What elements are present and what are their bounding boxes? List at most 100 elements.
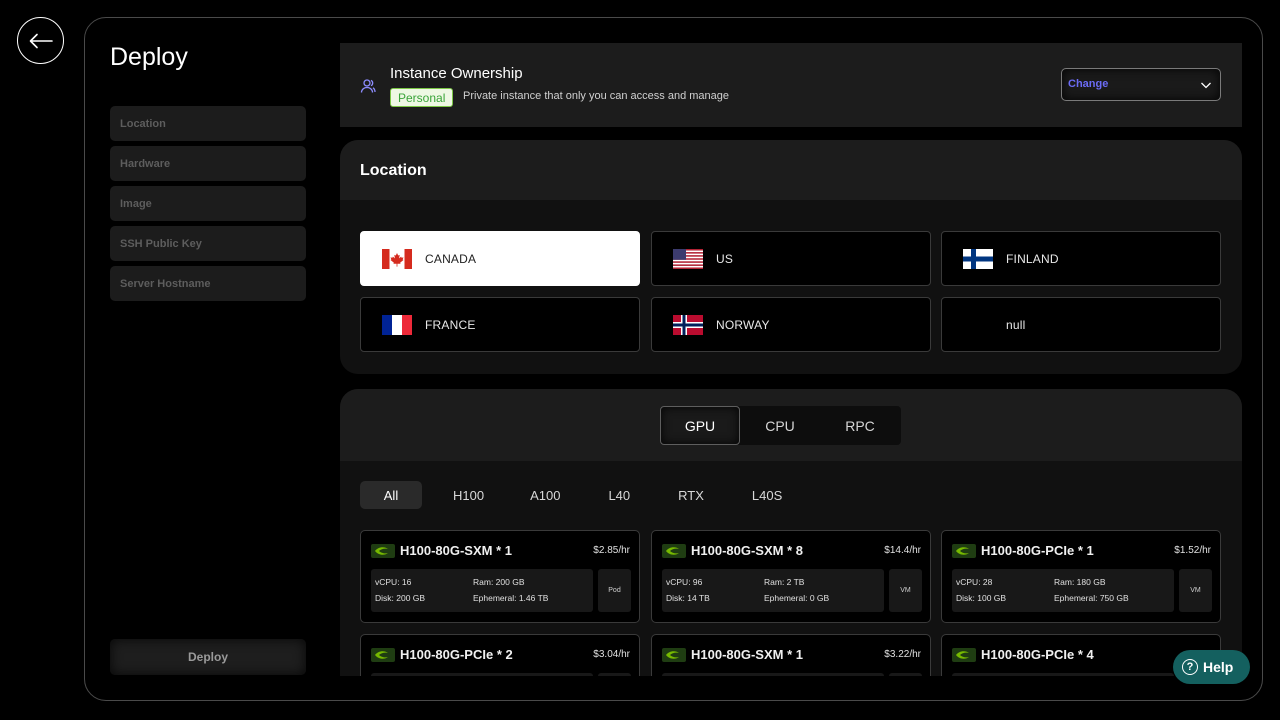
- nvidia-logo-icon: [662, 648, 686, 662]
- compute-type-band: GPU CPU RPC: [340, 389, 1242, 461]
- gpu-price: $14.4/hr: [884, 545, 921, 556]
- gpu-name: H100-80G-SXM * 1: [400, 543, 512, 558]
- location-option-null[interactable]: null: [941, 297, 1221, 352]
- deploy-button[interactable]: Deploy: [110, 639, 306, 675]
- ownership-section: Instance Ownership Personal Private inst…: [340, 43, 1242, 127]
- gpu-card[interactable]: H100-80G-SXM * 1 $2.85/hr vCPU: 16 Ram: …: [360, 530, 640, 623]
- location-option-us[interactable]: US: [651, 231, 931, 286]
- help-button[interactable]: ? Help: [1173, 650, 1250, 684]
- spec-ephemeral: Ephemeral: 0 GB: [764, 593, 830, 603]
- location-label: US: [716, 251, 734, 266]
- spec-disk: Disk: 14 TB: [666, 593, 710, 603]
- location-section: Location CANADA US FINLAND FRANCE NORWAY…: [340, 140, 1242, 374]
- users-icon: [360, 79, 376, 93]
- finland-flag-icon: [963, 248, 993, 269]
- canada-flag-icon: [382, 248, 412, 269]
- filter-a100[interactable]: A100: [517, 481, 573, 509]
- tab-rpc[interactable]: RPC: [820, 406, 900, 445]
- empty-flag-icon: [963, 315, 993, 335]
- gpu-card[interactable]: H100-80G-SXM * 1 $3.22/hr: [651, 634, 931, 676]
- back-button[interactable]: [17, 17, 64, 64]
- location-option-norway[interactable]: NORWAY: [651, 297, 931, 352]
- gpu-price: $2.85/hr: [593, 545, 630, 556]
- spec-vcpu: vCPU: 16: [375, 577, 412, 587]
- gpu-specs: vCPU: 28 Ram: 180 GB Disk: 100 GB Epheme…: [952, 569, 1174, 612]
- filter-rtx[interactable]: RTX: [665, 481, 717, 509]
- gpu-specs: [662, 673, 884, 676]
- ownership-description: Private instance that only you can acces…: [463, 90, 729, 102]
- spec-ram: Ram: 200 GB: [473, 577, 525, 587]
- gpu-price: $1.52/hr: [1174, 545, 1211, 556]
- nvidia-logo-icon: [662, 544, 686, 558]
- norway-flag-icon: [673, 314, 703, 335]
- spec-ephemeral: Ephemeral: 750 GB: [1054, 593, 1129, 603]
- sidebar: Deploy Location Hardware Image SSH Publi…: [110, 18, 307, 700]
- gpu-card[interactable]: H100-80G-PCIe * 2 $3.04/hr: [360, 634, 640, 676]
- step-list: Location Hardware Image SSH Public Key S…: [110, 106, 306, 306]
- gpu-specs: vCPU: 16 Ram: 200 GB Disk: 200 GB Epheme…: [371, 569, 593, 612]
- gpu-name: H100-80G-SXM * 8: [691, 543, 803, 558]
- gpu-type-badge: Pod: [598, 569, 631, 612]
- us-flag-icon: [673, 248, 703, 269]
- nvidia-logo-icon: [371, 648, 395, 662]
- filter-l40s[interactable]: L40S: [739, 481, 795, 509]
- location-heading: Location: [340, 140, 1242, 200]
- gpu-filter-bar: All H100 A100 L40 RTX L40S: [360, 481, 811, 509]
- help-label: Help: [1203, 659, 1234, 675]
- gpu-specs: [952, 673, 1174, 676]
- change-select-label: Change: [1068, 78, 1109, 90]
- arrow-left-icon: [29, 33, 53, 48]
- nvidia-logo-icon: [952, 648, 976, 662]
- filter-h100[interactable]: H100: [440, 481, 497, 509]
- gpu-specs: [371, 673, 593, 676]
- ownership-title: Instance Ownership: [390, 65, 523, 82]
- location-label: null: [1006, 317, 1026, 332]
- gpu-type-badge: [889, 673, 922, 676]
- tab-cpu[interactable]: CPU: [740, 406, 820, 445]
- chevron-down-icon: [1201, 82, 1211, 89]
- gpu-price: $3.04/hr: [593, 649, 630, 660]
- location-label: FRANCE: [425, 317, 476, 332]
- step-location[interactable]: Location: [110, 106, 306, 141]
- gpu-price: $3.22/hr: [884, 649, 921, 660]
- page-title: Deploy: [110, 43, 188, 71]
- gpu-specs: vCPU: 96 Ram: 2 TB Disk: 14 TB Ephemeral…: [662, 569, 884, 612]
- location-option-france[interactable]: FRANCE: [360, 297, 640, 352]
- spec-ram: Ram: 2 TB: [764, 577, 805, 587]
- step-hardware[interactable]: Hardware: [110, 146, 306, 181]
- spec-ram: Ram: 180 GB: [1054, 577, 1106, 587]
- main-content: Instance Ownership Personal Private inst…: [340, 43, 1242, 676]
- gpu-card[interactable]: H100-80G-SXM * 8 $14.4/hr vCPU: 96 Ram: …: [651, 530, 931, 623]
- spec-disk: Disk: 200 GB: [375, 593, 426, 603]
- gpu-name: H100-80G-PCIe * 1: [981, 543, 1094, 558]
- filter-l40[interactable]: L40: [595, 481, 643, 509]
- filter-all[interactable]: All: [360, 481, 422, 509]
- gpu-type-badge: [598, 673, 631, 676]
- deploy-panel: Deploy Location Hardware Image SSH Publi…: [84, 17, 1263, 701]
- spec-vcpu: vCPU: 28: [956, 577, 993, 587]
- gpu-name: H100-80G-PCIe * 2: [400, 647, 513, 662]
- nvidia-logo-icon: [952, 544, 976, 558]
- nvidia-logo-icon: [371, 544, 395, 558]
- france-flag-icon: [382, 314, 412, 335]
- gpu-card[interactable]: H100-80G-PCIe * 1 $1.52/hr vCPU: 28 Ram:…: [941, 530, 1221, 623]
- step-ssh-public-key[interactable]: SSH Public Key: [110, 226, 306, 261]
- location-option-finland[interactable]: FINLAND: [941, 231, 1221, 286]
- gpu-name: H100-80G-SXM * 1: [691, 647, 803, 662]
- gpu-type-badge: VM: [889, 569, 922, 612]
- ownership-badge: Personal: [390, 88, 454, 107]
- gpu-type-badge: VM: [1179, 569, 1212, 612]
- step-server-hostname[interactable]: Server Hostname: [110, 266, 306, 301]
- location-label: CANADA: [425, 251, 477, 266]
- spec-disk: Disk: 100 GB: [956, 593, 1007, 603]
- spec-vcpu: vCPU: 96: [666, 577, 703, 587]
- gpu-name: H100-80G-PCIe * 4: [981, 647, 1094, 662]
- location-label: NORWAY: [716, 317, 770, 332]
- compute-type-tabs: GPU CPU RPC: [660, 406, 901, 445]
- ownership-change-select[interactable]: Change: [1061, 68, 1221, 101]
- location-option-canada[interactable]: CANADA: [360, 231, 640, 286]
- spec-ephemeral: Ephemeral: 1.46 TB: [473, 593, 549, 603]
- hardware-section: GPU CPU RPC All H100 A100 L40 RTX L40S H…: [340, 389, 1242, 676]
- step-image[interactable]: Image: [110, 186, 306, 221]
- tab-gpu[interactable]: GPU: [660, 406, 740, 445]
